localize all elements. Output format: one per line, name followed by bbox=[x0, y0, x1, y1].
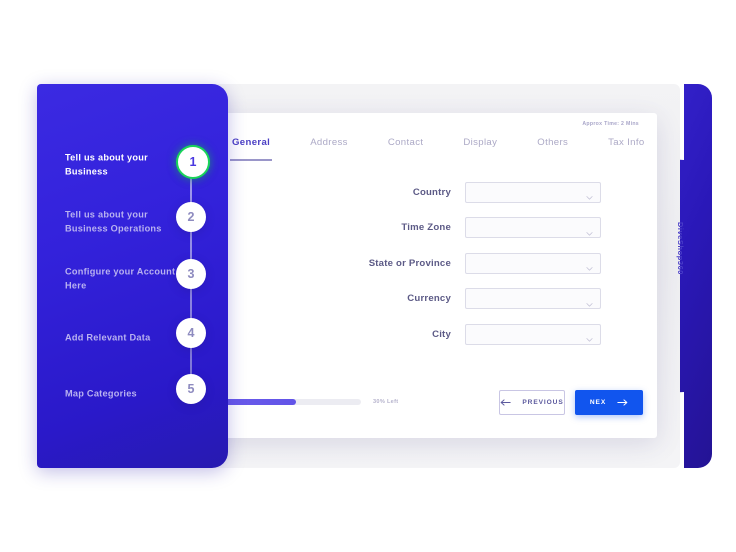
field-row: Country bbox=[187, 181, 657, 203]
field-row: City bbox=[187, 323, 657, 345]
select-state-or-province[interactable] bbox=[465, 252, 601, 274]
chevron-down-icon bbox=[586, 260, 593, 271]
progress-label: 30% Left bbox=[373, 399, 399, 405]
previous-button[interactable]: PREVIOUS bbox=[499, 390, 565, 415]
tab-others[interactable]: Others bbox=[537, 137, 568, 148]
step-node-1[interactable]: 1 bbox=[176, 145, 210, 179]
field-label-city: City bbox=[432, 328, 451, 340]
form-fields: Country Time Zone State or Province Currenc… bbox=[187, 181, 657, 359]
wizard-form-card: Approx Time: 2 Mins General Address Contac… bbox=[187, 113, 657, 438]
sidebar-step-label: Tell us about your Business bbox=[65, 152, 148, 177]
footer-actions: PREVIOUS NEX bbox=[499, 390, 643, 415]
select-country[interactable] bbox=[465, 181, 601, 203]
tab-contact[interactable]: Contact bbox=[388, 137, 424, 148]
field-label-country: Country bbox=[412, 186, 451, 198]
field-label-time-zone: Time Zone bbox=[401, 222, 451, 233]
step-node-4[interactable]: 4 bbox=[176, 318, 206, 348]
app-root: DiveShop360 Approx Time: 2 Mins General A… bbox=[0, 0, 736, 552]
select-time-zone[interactable] bbox=[465, 217, 601, 238]
approx-time-label: Approx Time: 2 Mins bbox=[582, 121, 639, 127]
field-row: Time Zone bbox=[187, 217, 657, 239]
field-label-state-or-province: State or Province bbox=[368, 257, 451, 269]
sidebar-step-label: Tell us about your Business Operations bbox=[65, 209, 162, 234]
chevron-down-icon bbox=[586, 224, 593, 236]
arrow-right-icon bbox=[617, 399, 628, 406]
step-node-number: 5 bbox=[187, 382, 195, 396]
progress-track bbox=[225, 399, 361, 405]
card-footer: 30% Left PREVIOUS NEX bbox=[187, 390, 657, 416]
arrow-left-icon bbox=[500, 399, 512, 406]
select-currency[interactable] bbox=[465, 288, 601, 309]
step-node-number: 4 bbox=[187, 326, 195, 340]
previous-button-label: PREVIOUS bbox=[522, 399, 564, 406]
field-label-currency: Currency bbox=[407, 293, 451, 304]
progress-indicator: 30% Left bbox=[225, 399, 398, 405]
step-node-number: 1 bbox=[189, 155, 197, 169]
brand-vertical-label: DiveShop360 bbox=[676, 222, 685, 276]
step-node-number: 3 bbox=[187, 267, 195, 281]
select-city[interactable] bbox=[465, 323, 601, 345]
progress-fill bbox=[225, 399, 296, 405]
chevron-down-icon bbox=[586, 189, 593, 200]
field-row: State or Province bbox=[187, 252, 657, 274]
tab-tax-info[interactable]: Tax Info bbox=[608, 137, 644, 148]
step-node-number: 2 bbox=[187, 210, 195, 224]
step-node-3[interactable]: 3 bbox=[176, 259, 206, 289]
sidebar-step-label: Add Relevant Data bbox=[65, 332, 151, 343]
tab-display[interactable]: Display bbox=[463, 137, 497, 148]
next-button[interactable]: NEX bbox=[575, 390, 643, 415]
tab-address[interactable]: Address bbox=[310, 137, 348, 148]
step-node-5[interactable]: 5 bbox=[176, 374, 206, 404]
sidebar-step-label: Map Categories bbox=[65, 388, 137, 399]
next-button-label: NEX bbox=[589, 399, 607, 406]
field-row: Currency bbox=[187, 288, 657, 310]
chevron-down-icon bbox=[586, 331, 593, 342]
step-node-2[interactable]: 2 bbox=[176, 202, 206, 232]
chevron-down-icon bbox=[586, 295, 593, 307]
sidebar-step-label: Configure your Account Here bbox=[65, 266, 176, 291]
tab-general[interactable]: General bbox=[229, 137, 273, 161]
tab-bar: General Address Contact Display Others Tax In… bbox=[229, 137, 644, 163]
